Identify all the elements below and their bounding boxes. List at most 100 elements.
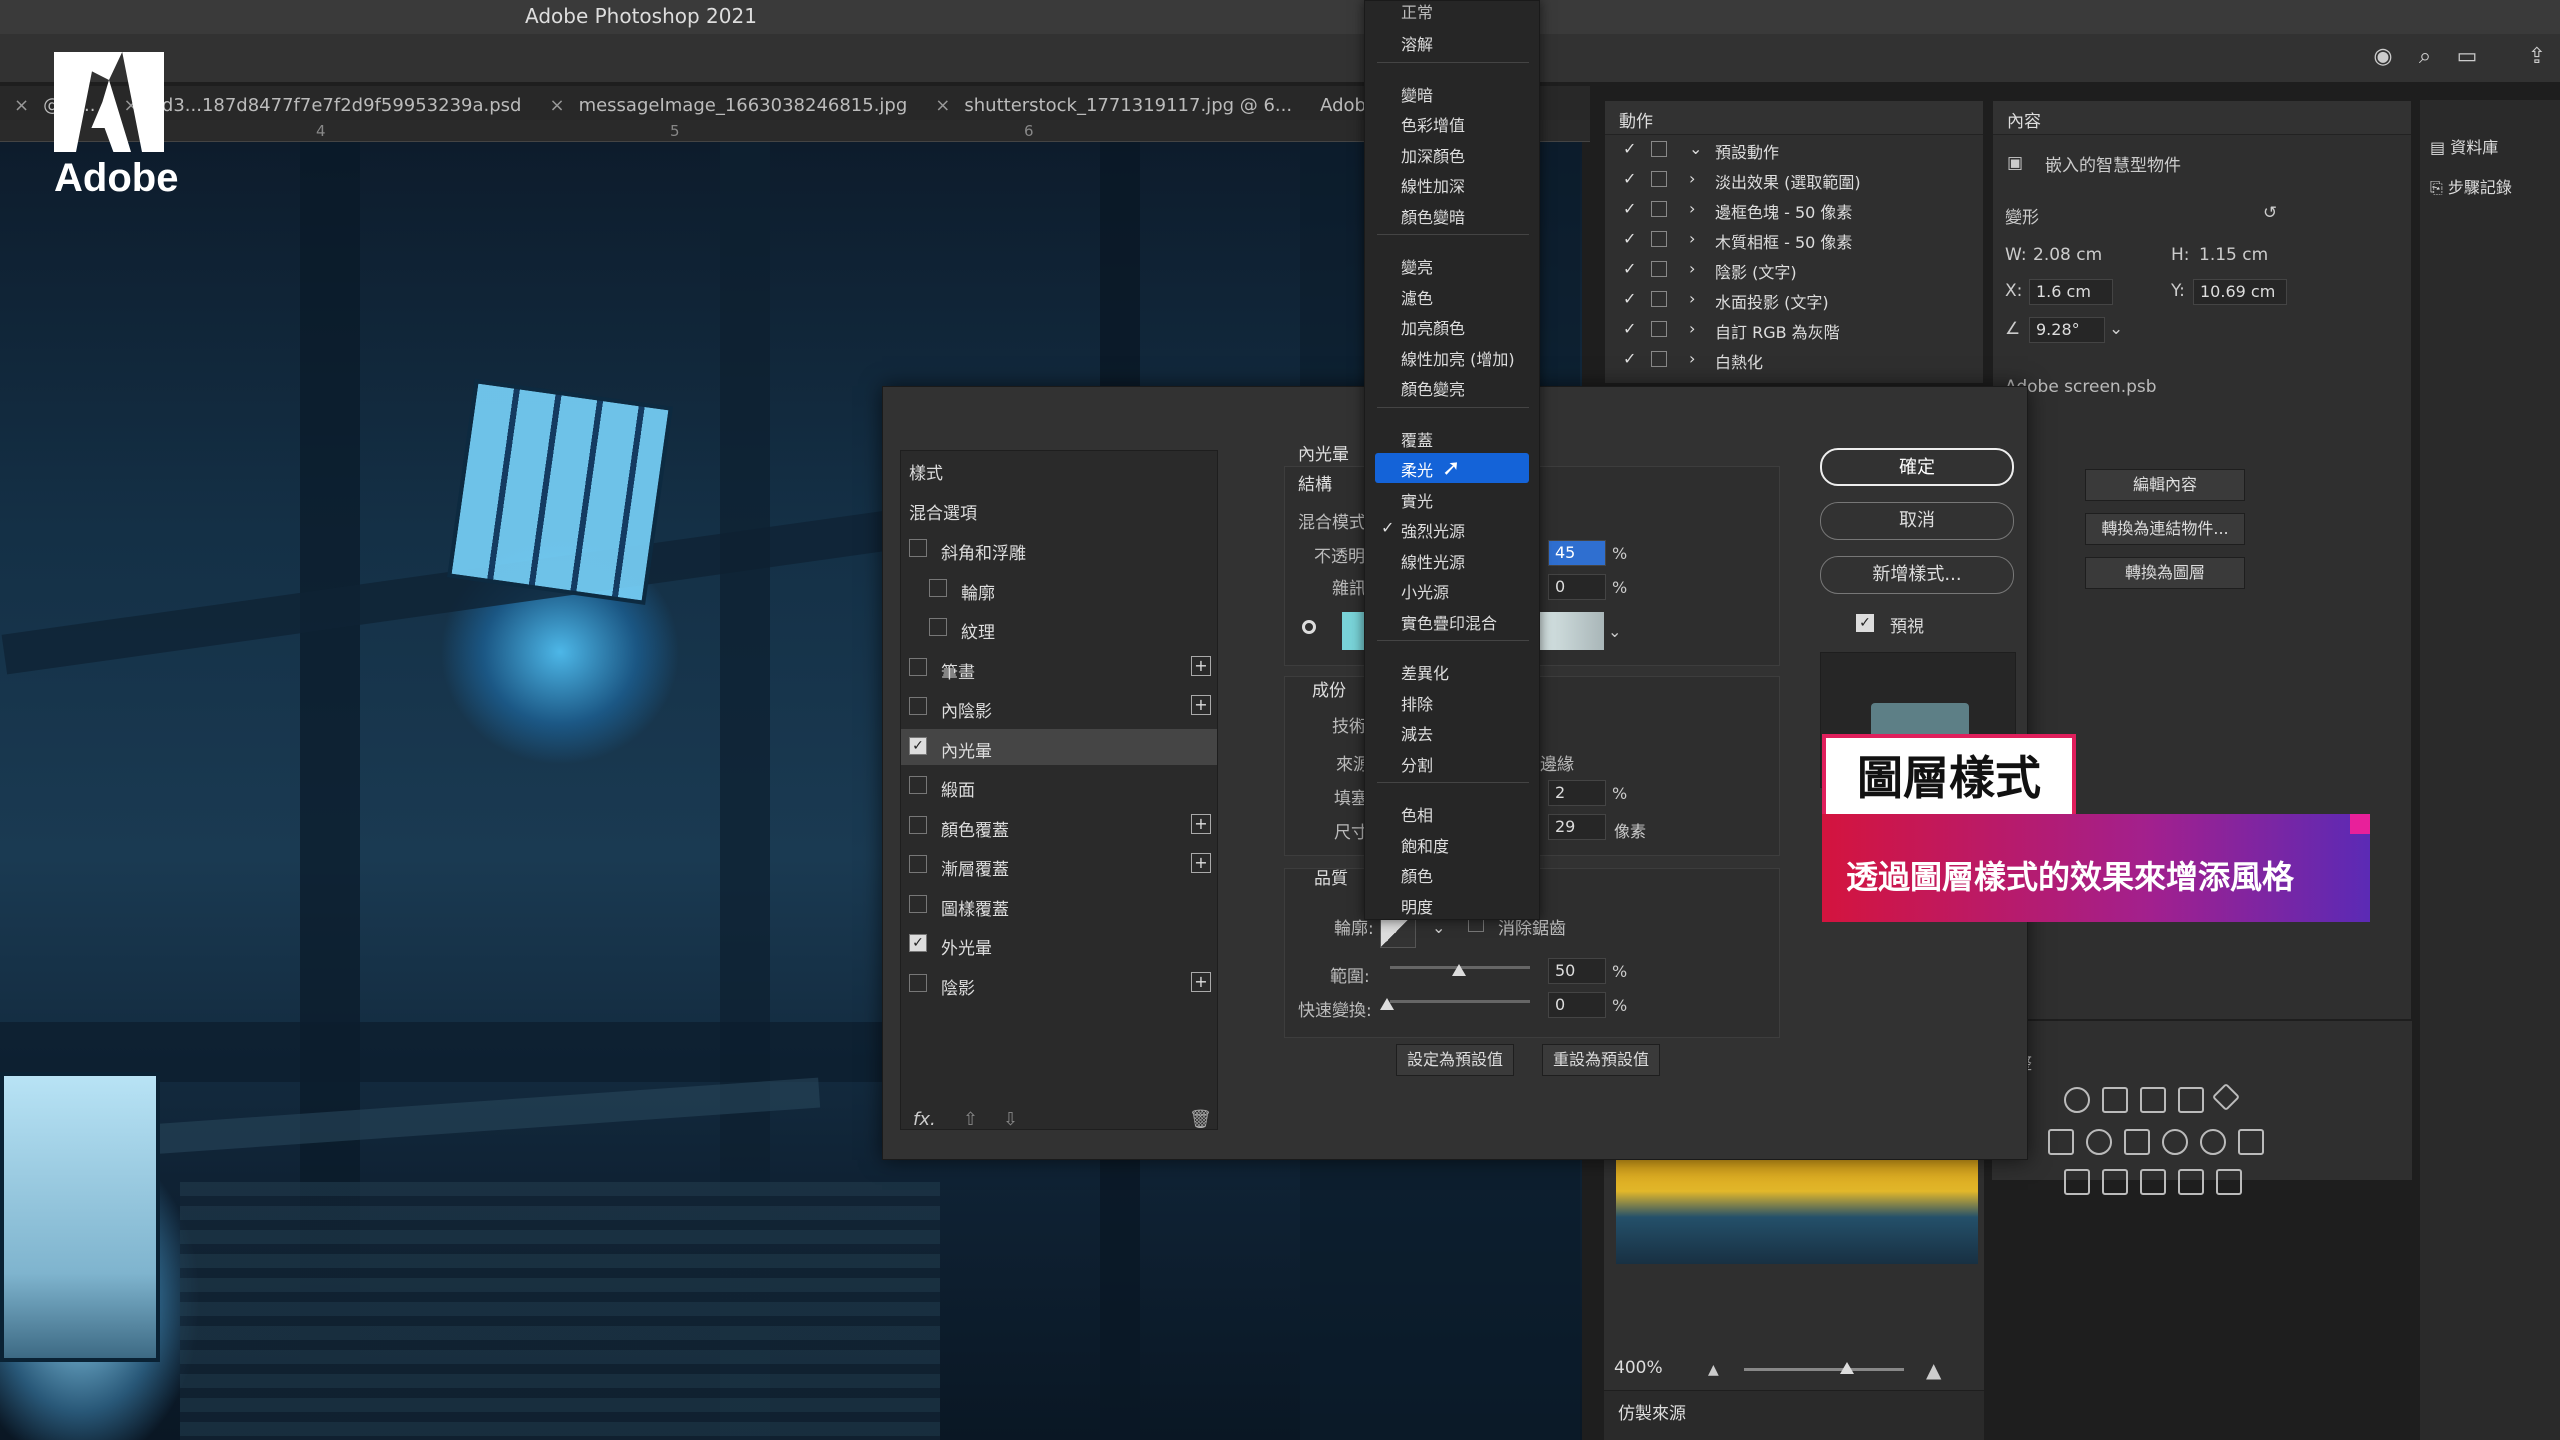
- action-row[interactable]: ✓ › 木質相框 - 50 像素: [1605, 225, 1983, 255]
- edit-contents-button[interactable]: 編輯內容: [2085, 469, 2245, 501]
- style-item[interactable]: 斜角和浮雕: [901, 531, 1217, 567]
- style-checkbox[interactable]: [909, 657, 927, 676]
- close-tab-icon[interactable]: ×: [549, 95, 564, 116]
- share-user-icon[interactable]: ◉: [2370, 44, 2396, 70]
- blend-mode-option[interactable]: 線性加深: [1365, 169, 1541, 199]
- action-enabled-check[interactable]: ✓: [1623, 289, 1636, 308]
- action-row[interactable]: ✓ › 白熱化: [1605, 345, 1983, 375]
- jitter-slider-thumb[interactable]: [1380, 998, 1394, 1010]
- blend-mode-option[interactable]: 減去: [1365, 717, 1541, 747]
- action-row[interactable]: ✓ › 淡出效果 (選取範圍): [1605, 165, 1983, 195]
- action-row[interactable]: ✓ › 水面投影 (文字): [1605, 285, 1983, 315]
- style-checkbox[interactable]: ✓: [909, 934, 927, 952]
- blend-mode-option[interactable]: 顏色變亮: [1365, 372, 1541, 402]
- blend-mode-option[interactable]: 差異化: [1365, 656, 1541, 686]
- invert-icon[interactable]: [2064, 1169, 2090, 1195]
- style-checkbox[interactable]: ✓: [909, 736, 927, 755]
- style-item[interactable]: ✓ 內光暈: [901, 728, 1217, 765]
- style-item[interactable]: 紋理: [901, 610, 1217, 646]
- photo-filter-icon[interactable]: [2162, 1129, 2188, 1155]
- height-value[interactable]: 1.15 cm: [2199, 245, 2268, 265]
- navigator-zoom-value[interactable]: 400%: [1614, 1358, 1663, 1378]
- blend-mode-option[interactable]: 線性加亮 (增加): [1365, 342, 1541, 372]
- style-checkbox[interactable]: [909, 539, 927, 557]
- choke-input[interactable]: 2: [1548, 780, 1606, 806]
- workspace-icon[interactable]: ▭: [2454, 44, 2480, 70]
- blend-mode-option[interactable]: 小光源: [1365, 575, 1541, 605]
- add-style-instance-icon[interactable]: +: [1191, 655, 1211, 676]
- action-dialog-toggle[interactable]: [1651, 201, 1667, 217]
- exposure-icon[interactable]: [2178, 1087, 2204, 1113]
- preview-checkbox[interactable]: ✓: [1856, 614, 1874, 632]
- blend-mode-option[interactable]: 顏色: [1365, 859, 1541, 889]
- action-enabled-check[interactable]: ✓: [1623, 199, 1636, 218]
- navigator-zoom-slider[interactable]: [1744, 1368, 1904, 1371]
- blend-mode-option[interactable]: 顏色變暗: [1365, 200, 1541, 230]
- action-dialog-toggle[interactable]: [1651, 231, 1667, 247]
- style-checkbox[interactable]: [909, 776, 927, 794]
- blend-mode-option[interactable]: 實色疊印混合: [1365, 606, 1541, 636]
- style-item[interactable]: 筆畫 +: [901, 650, 1217, 686]
- contour-dropdown-icon[interactable]: ⌄: [1432, 918, 1445, 937]
- action-enabled-check[interactable]: ✓: [1623, 139, 1636, 158]
- navigator-thumbnail[interactable]: [1616, 1160, 1978, 1264]
- move-down-icon[interactable]: ⇩: [1003, 1109, 1018, 1130]
- width-value[interactable]: 2.08 cm: [2033, 245, 2102, 265]
- share-icon[interactable]: ⇪: [2524, 44, 2550, 70]
- style-checkbox[interactable]: [909, 697, 927, 715]
- close-tab-icon[interactable]: ×: [14, 95, 29, 116]
- document-tab[interactable]: × sd3...187d8477f7e7f2d9f59953239a.psd: [109, 90, 535, 120]
- blend-mode-option[interactable]: ✓ 強烈光源: [1365, 514, 1541, 544]
- channel-mixer-icon[interactable]: [2200, 1129, 2226, 1155]
- jitter-input[interactable]: 0: [1548, 992, 1606, 1018]
- brightness-icon[interactable]: [2064, 1087, 2090, 1113]
- blend-mode-option[interactable]: 變亮: [1365, 250, 1541, 280]
- blend-mode-option[interactable]: 正常: [1365, 0, 1541, 25]
- style-item[interactable]: ✓ 外光暈: [901, 926, 1217, 962]
- noise-input[interactable]: 0: [1548, 574, 1606, 600]
- style-checkbox[interactable]: [929, 618, 947, 636]
- action-enabled-check[interactable]: ✓: [1623, 349, 1636, 368]
- convert-to-layers-button[interactable]: 轉換為圖層: [2085, 557, 2245, 589]
- add-style-instance-icon[interactable]: +: [1191, 695, 1211, 715]
- move-up-icon[interactable]: ⇧: [963, 1109, 978, 1130]
- blend-mode-option[interactable]: 加亮顏色: [1365, 311, 1541, 341]
- action-dialog-toggle[interactable]: [1651, 351, 1667, 367]
- action-row[interactable]: ✓ › 自訂 RGB 為灰階: [1605, 315, 1983, 345]
- action-dialog-toggle[interactable]: [1651, 261, 1667, 277]
- gradient-map-icon[interactable]: [2216, 1169, 2242, 1195]
- action-row[interactable]: ✓ › 邊框色塊 - 50 像素: [1605, 195, 1983, 225]
- blend-mode-option[interactable]: 溶解: [1365, 27, 1541, 57]
- action-dialog-toggle[interactable]: [1651, 321, 1667, 337]
- blend-mode-option[interactable]: 排除: [1365, 687, 1541, 717]
- action-enabled-check[interactable]: ✓: [1623, 169, 1636, 188]
- source-edge-option[interactable]: 邊緣: [1540, 750, 1574, 775]
- blend-mode-option[interactable]: 覆蓋: [1365, 423, 1541, 453]
- hue-saturation-icon[interactable]: [2048, 1129, 2074, 1155]
- gradient-swatch[interactable]: [1540, 612, 1604, 650]
- trash-icon[interactable]: 🗑: [1189, 1109, 1212, 1130]
- expand-arrow-icon[interactable]: ›: [1689, 169, 1695, 188]
- angle-input[interactable]: 9.28°: [2029, 317, 2105, 343]
- blend-mode-option[interactable]: 色彩增值: [1365, 108, 1541, 138]
- expand-arrow-icon[interactable]: ›: [1689, 289, 1695, 308]
- style-item[interactable]: 緞面: [901, 768, 1217, 804]
- expand-arrow-icon[interactable]: ›: [1689, 199, 1695, 218]
- blend-mode-option[interactable]: 明度: [1365, 890, 1541, 920]
- gradient-dropdown-icon[interactable]: ⌄: [1608, 622, 1621, 641]
- new-style-button[interactable]: 新增樣式...: [1820, 556, 2014, 594]
- history-button[interactable]: ⎘ 步驟記錄: [2420, 166, 2560, 206]
- y-input[interactable]: 10.69 cm: [2193, 279, 2287, 305]
- black-white-icon[interactable]: [2124, 1129, 2150, 1155]
- expand-arrow-icon[interactable]: ›: [1689, 349, 1695, 368]
- search-icon[interactable]: ⌕: [2412, 44, 2438, 70]
- action-row[interactable]: ✓ › 陰影 (文字): [1605, 255, 1983, 285]
- blend-mode-option[interactable]: 線性光源: [1365, 545, 1541, 575]
- action-enabled-check[interactable]: ✓: [1623, 259, 1636, 278]
- blend-mode-option[interactable]: 實光: [1365, 484, 1541, 514]
- color-radio[interactable]: [1302, 620, 1316, 634]
- style-checkbox[interactable]: [929, 578, 947, 597]
- style-item[interactable]: 圖樣覆蓋: [901, 887, 1217, 923]
- color-balance-icon[interactable]: [2086, 1129, 2112, 1155]
- curves-icon[interactable]: [2140, 1087, 2166, 1113]
